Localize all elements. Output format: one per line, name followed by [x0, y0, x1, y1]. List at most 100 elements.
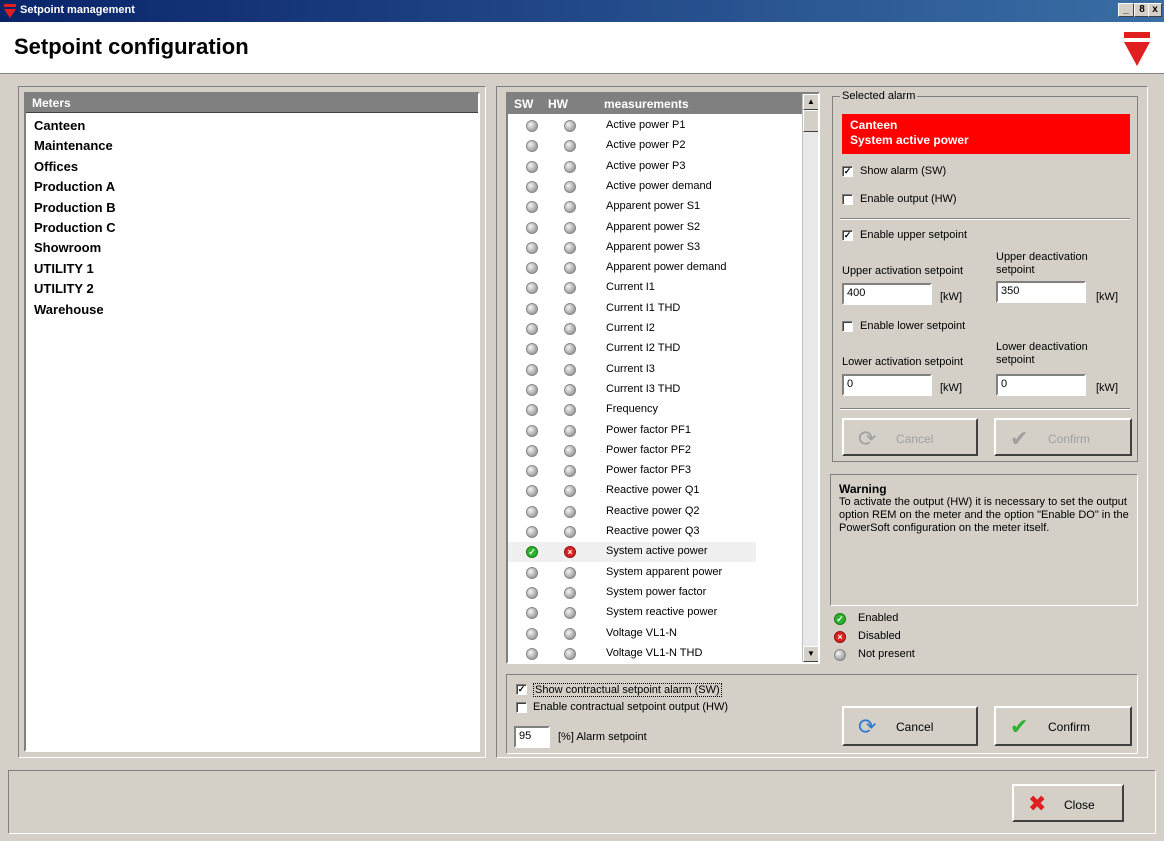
contractual-confirm-button[interactable]: ✔ Confirm [994, 706, 1132, 746]
lower-deactivation-input[interactable]: 0 [996, 374, 1086, 396]
not-present-icon [564, 566, 576, 579]
measurement-row[interactable]: Frequency [508, 400, 756, 420]
meter-list-item[interactable]: Production B [34, 198, 116, 218]
not-present-icon [526, 201, 538, 214]
measurement-row[interactable]: Apparent power S3 [508, 238, 756, 258]
measurement-row[interactable]: Current I2 THD [508, 339, 756, 359]
not-present-icon [564, 586, 576, 599]
upper-activation-input[interactable]: 400 [842, 283, 932, 305]
minimize-button[interactable]: _ [1118, 3, 1134, 17]
measurement-row[interactable]: Apparent power S1 [508, 197, 756, 217]
enable-lower-setpoint-checkbox[interactable] [842, 321, 853, 332]
not-present-icon [526, 485, 538, 498]
measurements-scrollbar[interactable]: ▲ ▼ [802, 94, 818, 662]
not-present-icon [564, 241, 576, 254]
enable-contractual-output-checkbox[interactable] [516, 702, 527, 713]
not-present-icon [526, 566, 538, 579]
not-present-icon [564, 424, 576, 437]
upper-deactivation-label-1: Upper deactivation [996, 251, 1088, 263]
enabled-icon: ✓ [526, 546, 538, 559]
meters-list[interactable]: Meters Canteen Maintenance Offices Producti… [24, 92, 480, 752]
refresh-icon: ⟳ [858, 426, 877, 451]
measurement-row[interactable]: Apparent power S2 [508, 218, 756, 238]
lower-activation-input[interactable]: 0 [842, 374, 932, 396]
meter-list-item[interactable]: Warehouse [34, 300, 104, 320]
measurement-row[interactable]: Apparent power demand [508, 258, 756, 278]
measurement-row[interactable]: Power factor PF3 [508, 461, 756, 481]
meter-list-item[interactable]: Maintenance [34, 136, 113, 156]
measurement-row[interactable]: Power factor PF2 [508, 441, 756, 461]
measurement-label: Power factor PF2 [606, 443, 691, 456]
not-present-icon [564, 343, 576, 356]
measurement-row[interactable]: System apparent power [508, 563, 756, 583]
show-alarm-checkbox[interactable]: ✓ [842, 166, 853, 177]
measurement-row[interactable]: Current I1 THD [508, 299, 756, 319]
measurement-row[interactable]: Current I3 [508, 360, 756, 380]
not-present-icon [526, 120, 538, 132]
scroll-down-button[interactable]: ▼ [803, 646, 818, 662]
enable-upper-setpoint-checkbox[interactable]: ✓ [842, 230, 853, 241]
measurement-row[interactable]: System reactive power [508, 603, 756, 623]
close-button[interactable]: ✖ Close [1012, 784, 1124, 822]
upper-deactivation-input[interactable]: 350 [996, 281, 1086, 303]
measurement-row[interactable]: System power factor [508, 583, 756, 603]
lower-deactivation-label-2: setpoint [996, 354, 1035, 366]
meter-list-item[interactable]: Production C [34, 218, 116, 238]
not-present-icon [526, 180, 538, 193]
show-contractual-alarm-checkbox[interactable]: ✓ [516, 684, 527, 695]
measurement-row[interactable]: Reactive power Q1 [508, 481, 756, 501]
not-present-icon [564, 302, 576, 315]
not-present-icon [526, 505, 538, 518]
measurements-list[interactable]: SW HW measurements Active power P1 Active… [506, 92, 820, 664]
not-present-icon [564, 201, 576, 214]
not-present-icon [526, 627, 538, 640]
show-alarm-label: Show alarm (SW) [860, 165, 947, 177]
measurement-row[interactable]: Voltage VL1-N [508, 624, 756, 644]
warning-box: Warning To activate the output (HW) it i… [830, 474, 1138, 606]
not-present-icon [526, 465, 538, 478]
alarm-cancel-button[interactable]: ⟳ Cancel [842, 418, 978, 456]
legend-not-present: Not present [858, 648, 915, 660]
scroll-up-button[interactable]: ▲ [803, 94, 818, 110]
not-present-icon [526, 140, 538, 153]
enable-output-checkbox[interactable] [842, 194, 853, 205]
alarm-confirm-button[interactable]: ✔ Confirm [994, 418, 1132, 456]
checkmark-icon: ✔ [1010, 714, 1029, 739]
brand-logo-icon [1124, 32, 1150, 66]
scroll-thumb[interactable] [803, 110, 818, 132]
measurement-row[interactable]: Voltage VL1-N THD [508, 644, 756, 662]
measurement-row[interactable]: Active power P3 [508, 157, 756, 177]
measurement-row[interactable]: Reactive power Q3 [508, 522, 756, 542]
meter-list-item[interactable]: Showroom [34, 238, 101, 258]
measurement-row[interactable]: ✓ × System active power [508, 542, 756, 563]
not-present-icon [564, 526, 576, 538]
alarm-setpoint-input[interactable]: 95 [514, 726, 550, 748]
upper-activation-label: Upper activation setpoint [842, 265, 964, 277]
enable-lower-setpoint-label: Enable lower setpoint [860, 320, 966, 332]
meter-list-item[interactable]: Canteen [34, 116, 85, 136]
measurement-row[interactable]: Current I2 [508, 319, 756, 339]
measurement-row[interactable]: Current I1 [508, 278, 756, 298]
not-present-icon [526, 647, 538, 660]
measurement-row[interactable]: Active power demand [508, 177, 756, 197]
legend: ✓ Enabled × Disabled Not present [834, 612, 954, 666]
meter-list-item[interactable]: UTILITY 2 [34, 279, 94, 299]
measurement-row[interactable]: Active power P1 [508, 116, 756, 136]
measurement-row[interactable]: Power factor PF1 [508, 421, 756, 441]
close-window-button[interactable]: x [1148, 3, 1162, 17]
not-present-icon [564, 444, 576, 457]
warning-title: Warning [839, 482, 887, 496]
measurement-row[interactable]: Active power P2 [508, 136, 756, 156]
meter-list-item[interactable]: Production A [34, 177, 115, 197]
legend-disabled: Disabled [858, 630, 901, 642]
measurement-row[interactable]: Current I3 THD [508, 380, 756, 400]
contractual-cancel-button[interactable]: ⟳ Cancel [842, 706, 978, 746]
meter-list-item[interactable]: UTILITY 1 [34, 259, 94, 279]
disabled-icon: × [834, 631, 846, 643]
measurement-row[interactable]: Reactive power Q2 [508, 502, 756, 522]
meter-list-item[interactable]: Offices [34, 157, 78, 177]
not-present-icon [564, 363, 576, 376]
not-present-icon [526, 607, 538, 620]
not-present-icon [526, 404, 538, 417]
measurement-label: Current I2 THD [606, 342, 681, 355]
